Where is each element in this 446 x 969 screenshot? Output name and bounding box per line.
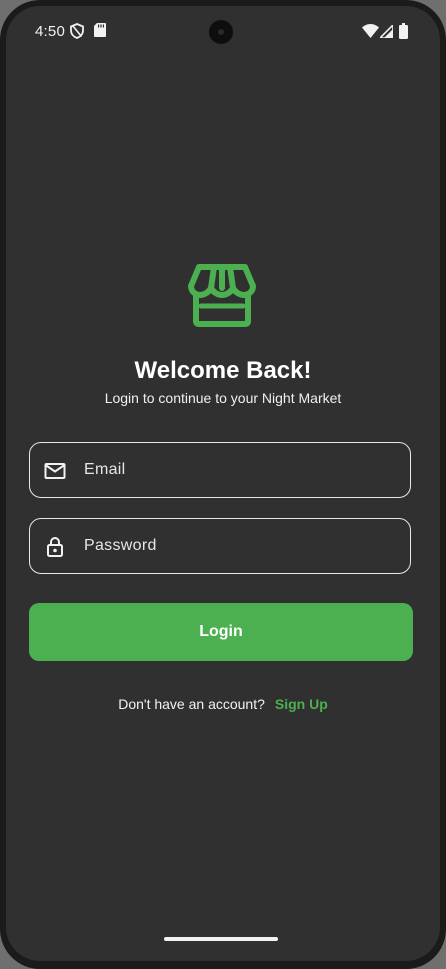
signal-icon	[380, 25, 393, 38]
signup-link[interactable]: Sign Up	[275, 696, 328, 712]
wifi-icon	[362, 24, 379, 38]
status-bar: 4:50	[6, 6, 440, 58]
signup-prompt: Don't have an account? Sign Up	[6, 696, 440, 712]
device-frame: 4:50 Welcome Back! Login to continue to …	[0, 0, 446, 969]
sd-card-icon	[94, 23, 106, 37]
shield-icon	[70, 23, 84, 39]
storefront-icon	[188, 264, 256, 327]
page-subtitle: Login to continue to your Night Market	[104, 390, 342, 406]
mail-icon	[44, 463, 66, 479]
email-placeholder: Email	[84, 461, 126, 478]
status-time: 4:50	[35, 23, 65, 40]
front-camera	[209, 20, 233, 44]
home-indicator[interactable]	[164, 937, 278, 941]
email-field[interactable]: Email	[29, 442, 411, 498]
page-title: Welcome Back!	[134, 357, 312, 384]
lock-icon	[47, 536, 63, 557]
signup-question: Don't have an account?	[118, 696, 265, 712]
app-screen: 4:50 Welcome Back! Login to continue to …	[6, 6, 440, 961]
battery-icon	[399, 23, 408, 39]
password-placeholder: Password	[84, 537, 157, 554]
password-field[interactable]: Password	[29, 518, 411, 574]
login-button[interactable]: Login	[29, 603, 413, 661]
